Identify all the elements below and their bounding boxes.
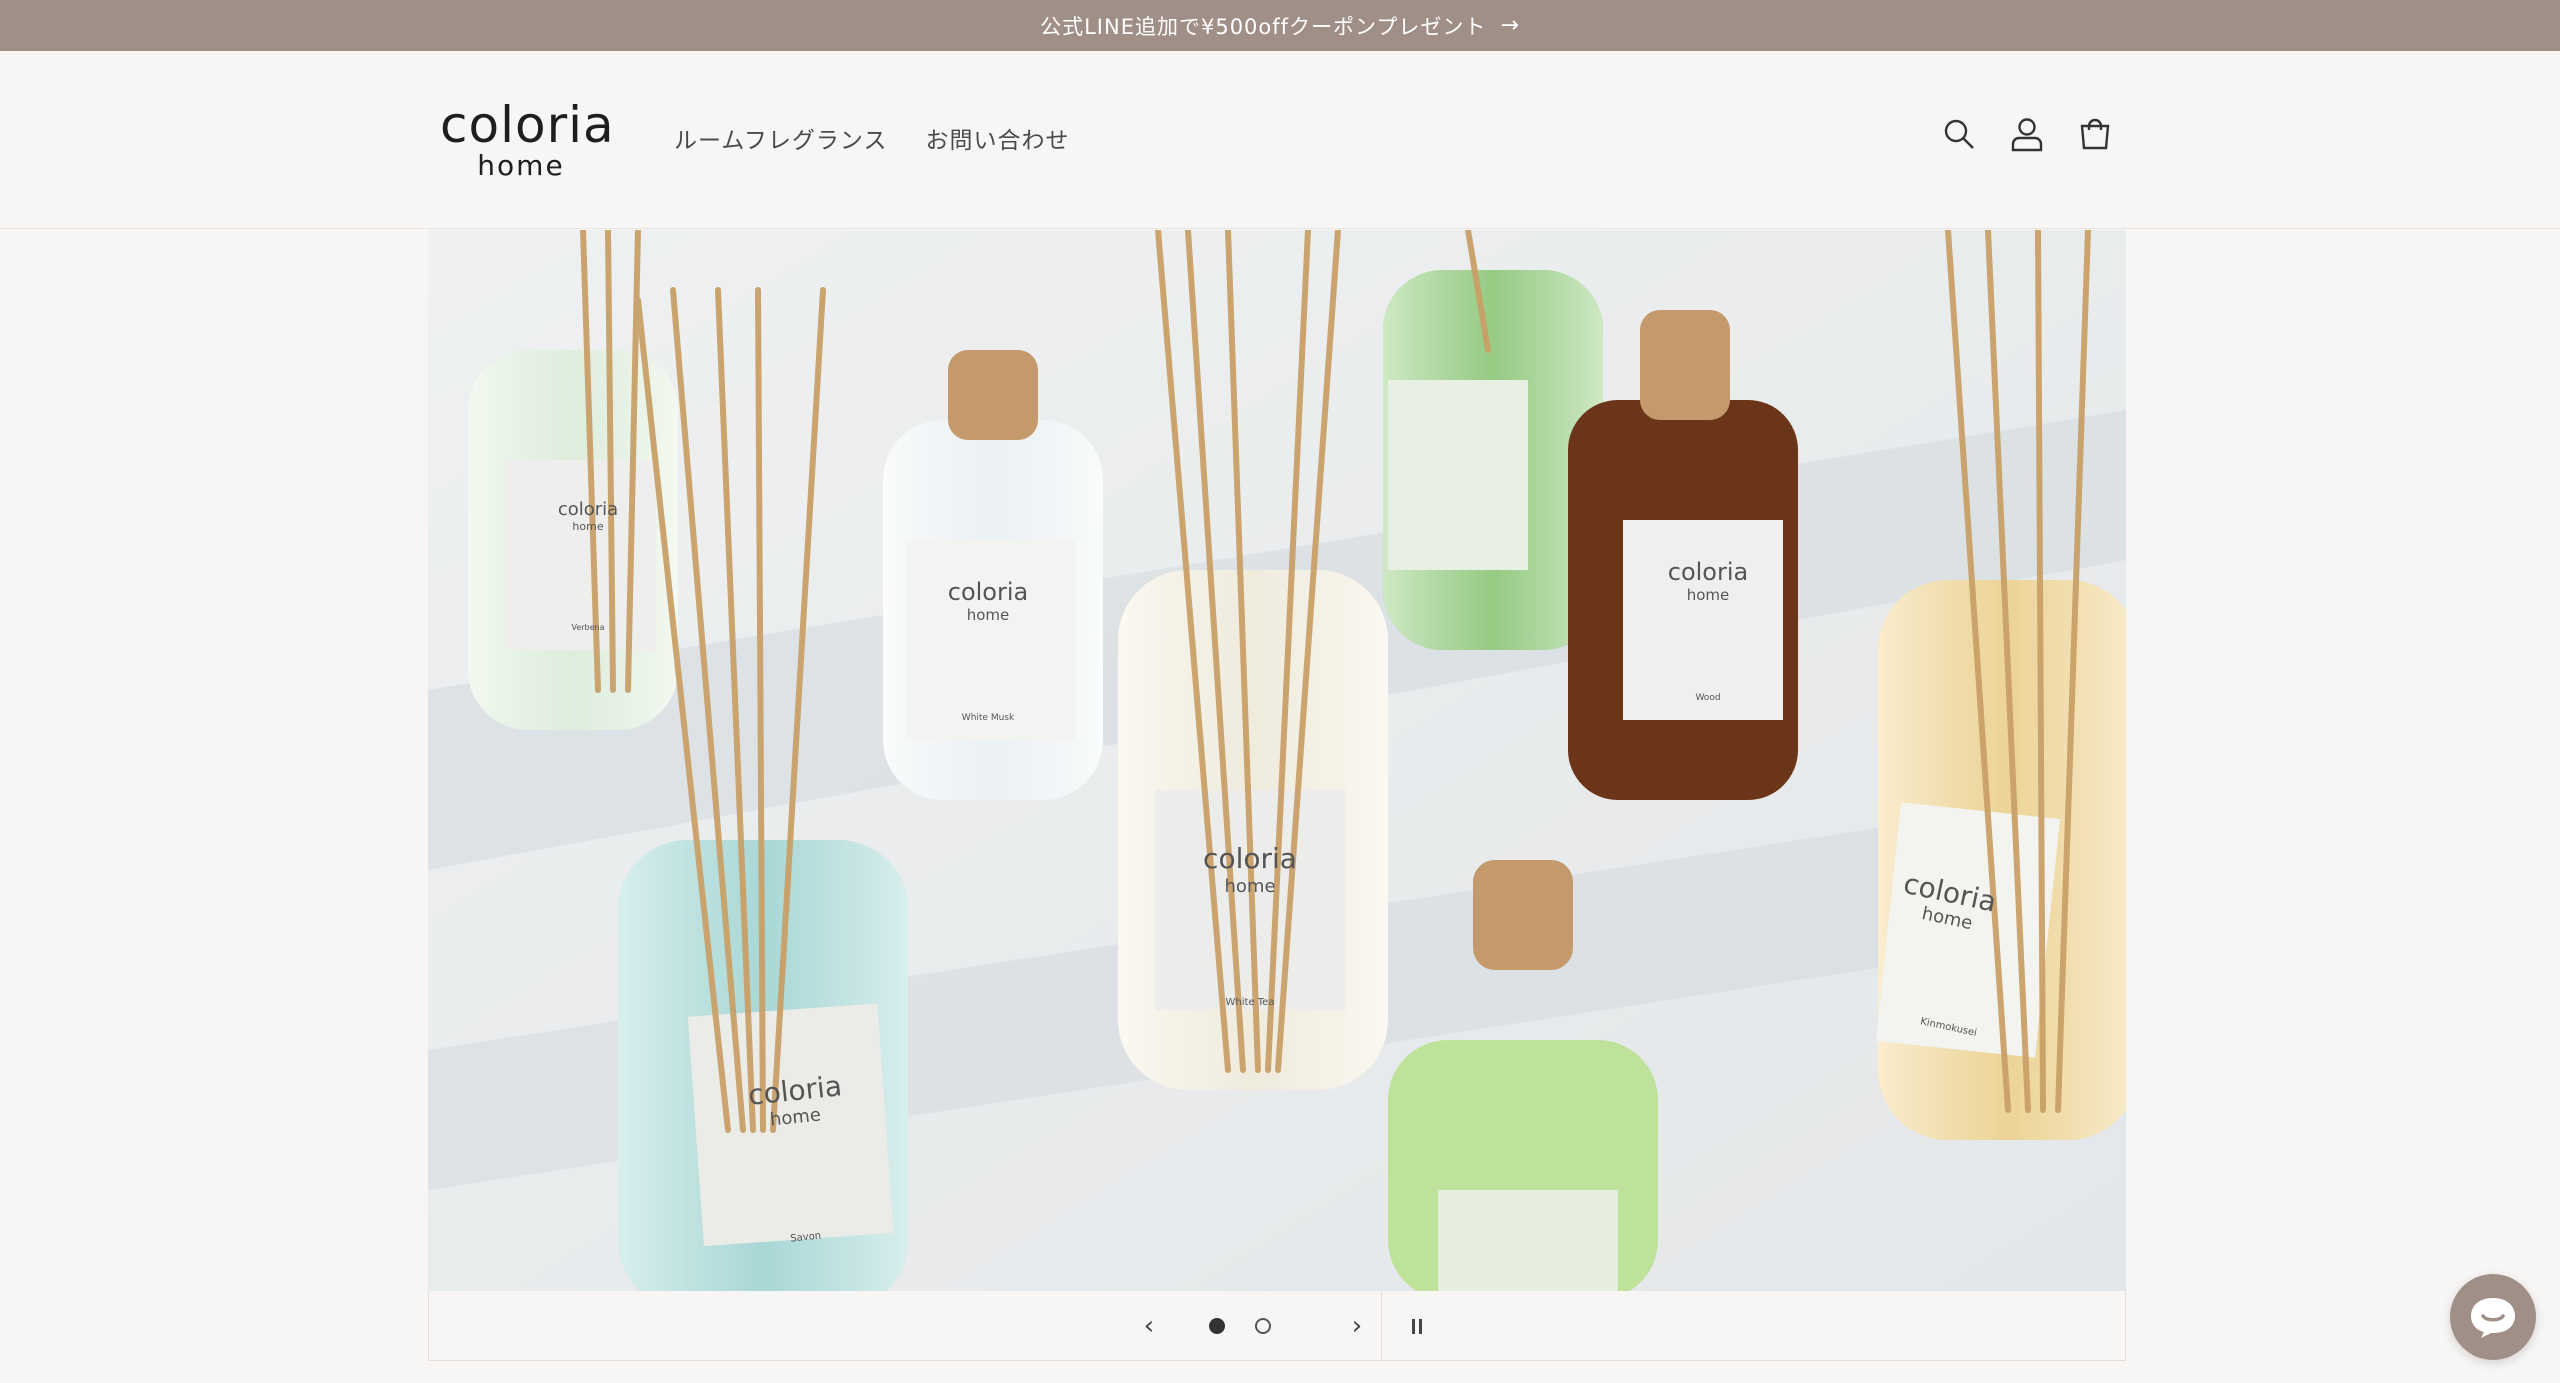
slider-controls: ‹ › bbox=[428, 1291, 2126, 1361]
logo-line2: home bbox=[477, 149, 565, 182]
label-sub-wood: home bbox=[1687, 586, 1730, 604]
nav-room-fragrance[interactable]: ルームフレグランス bbox=[674, 121, 887, 155]
cart-icon[interactable] bbox=[2076, 115, 2114, 153]
label-brand-wood: coloria bbox=[1668, 558, 1748, 586]
label-brand-clear: coloria bbox=[948, 578, 1028, 606]
previous-slide-button[interactable]: ‹ bbox=[1129, 1291, 1169, 1361]
announcement-bar[interactable]: 公式LINE追加で¥500offクーポンプレゼント → bbox=[0, 0, 2560, 51]
label-name-wood: Wood bbox=[1695, 693, 1720, 703]
slide-dot-2[interactable] bbox=[1255, 1318, 1271, 1334]
label-name-verbena: Verbena bbox=[571, 623, 604, 632]
account-icon[interactable] bbox=[2008, 115, 2046, 153]
pause-icon[interactable] bbox=[1399, 1291, 1435, 1361]
logo[interactable]: coloria home bbox=[440, 96, 615, 182]
bottle-verbena bbox=[468, 350, 678, 730]
logo-line1: coloria bbox=[440, 96, 615, 154]
label-sub-clear: home bbox=[967, 606, 1010, 624]
bottle-kinmokusei bbox=[1875, 580, 2126, 1140]
hero-slideshow-image: coloria home White Tea coloria home Whit… bbox=[428, 230, 2126, 1291]
site-header: coloria home ルームフレグランス お問い合わせ bbox=[0, 51, 2560, 229]
main-nav: ルームフレグランス お問い合わせ bbox=[674, 121, 1069, 155]
label-name-clear: White Musk bbox=[962, 713, 1015, 723]
nav-contact[interactable]: お問い合わせ bbox=[925, 121, 1069, 155]
label-brand-verbena: coloria bbox=[558, 499, 618, 520]
controls-divider bbox=[1381, 1291, 1382, 1361]
header-icons bbox=[1940, 115, 2114, 153]
announcement-text: 公式LINE追加で¥500offクーポンプレゼント bbox=[1040, 14, 1487, 39]
chat-button[interactable] bbox=[2450, 1274, 2536, 1360]
chat-icon bbox=[2471, 1298, 2515, 1338]
arrow-right-icon: → bbox=[1500, 13, 1520, 38]
label-name-center: White Tea bbox=[1226, 997, 1275, 1008]
search-icon[interactable] bbox=[1940, 115, 1978, 153]
label-sub-center: home bbox=[1224, 876, 1275, 897]
slide-dot-1[interactable] bbox=[1209, 1318, 1225, 1334]
label-brand-center: coloria bbox=[1203, 842, 1297, 875]
label-sub-verbena: home bbox=[572, 520, 603, 533]
next-slide-button[interactable]: › bbox=[1337, 1291, 1377, 1361]
